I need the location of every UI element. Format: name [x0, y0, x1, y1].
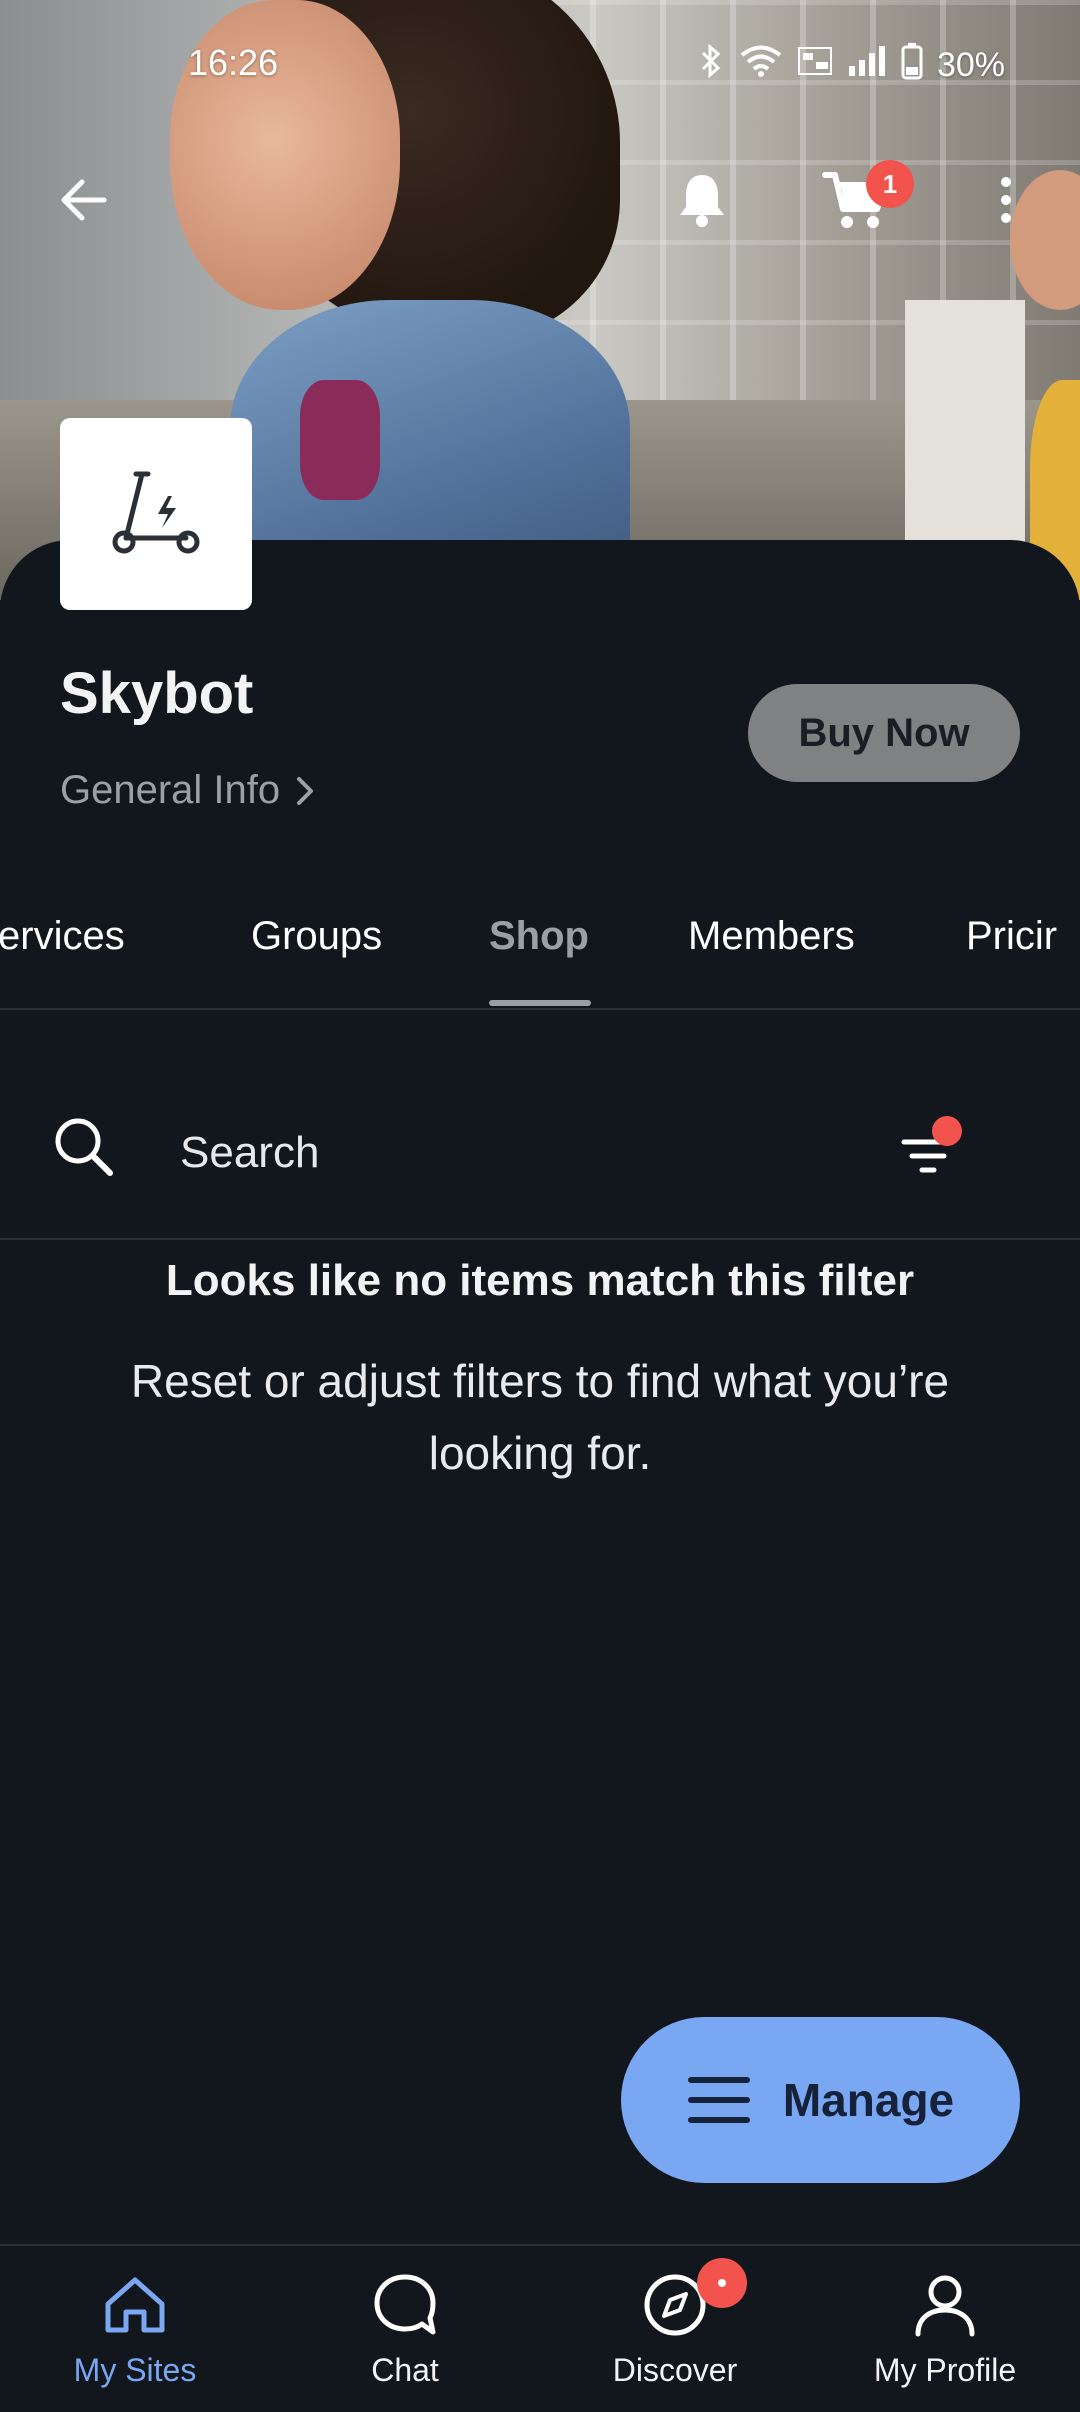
nav-label: Discover [612, 2352, 738, 2388]
volte-icon [797, 44, 833, 87]
nav-label: My Sites [73, 2352, 197, 2388]
empty-state-description: Reset or adjust filters to find what you… [130, 1355, 950, 1479]
empty-state-title: Looks like no items match this filter [165, 1256, 915, 1305]
site-logo [60, 418, 252, 610]
tab-pricing[interactable]: Pricir [966, 914, 1057, 959]
section-tabs: ervices Groups Shop Members Pricir [0, 890, 1080, 1010]
manage-label: Manage [782, 2074, 955, 2126]
wifi-icon [739, 44, 783, 87]
site-title: Skybot [60, 661, 254, 726]
tab-shop[interactable]: Shop [489, 914, 589, 959]
general-info-label: General Info [60, 768, 281, 812]
more-vertical-icon [1001, 177, 1011, 223]
search-bar [0, 1090, 1080, 1240]
nav-label: Chat [371, 2352, 439, 2388]
status-bar: 16:26 30% [0, 0, 1080, 120]
bell-icon [680, 175, 724, 227]
bottom-navigation: My Sites Chat Discover My Profile [0, 2244, 1080, 2412]
search-icon [52, 1115, 116, 1184]
discover-notification-badge [697, 2258, 747, 2308]
nav-my-sites[interactable]: My Sites [0, 2246, 270, 2412]
signal-icon [847, 44, 887, 87]
battery-icon [901, 42, 923, 89]
nav-chat[interactable]: Chat [270, 2246, 540, 2412]
chevron-right-icon [297, 776, 314, 805]
status-time: 16:26 [188, 42, 279, 83]
tab-groups[interactable]: Groups [251, 914, 382, 959]
nav-my-profile[interactable]: My Profile [810, 2246, 1080, 2412]
bluetooth-icon [697, 43, 725, 87]
nav-discover[interactable]: Discover [540, 2246, 810, 2412]
battery-percent: 30% [936, 46, 1005, 84]
search-input[interactable] [180, 1118, 840, 1188]
cart-count-badge: 1 [866, 160, 914, 208]
tab-services[interactable]: ervices [0, 914, 125, 959]
back-arrow-icon [61, 179, 107, 221]
menu-icon [687, 2077, 750, 2123]
back-button[interactable] [44, 160, 124, 240]
chat-icon [370, 2270, 440, 2340]
filter-active-dot [932, 1116, 962, 1146]
nav-label: My Profile [873, 2352, 1017, 2388]
notifications-button[interactable] [662, 160, 742, 240]
general-info-link[interactable]: General Info [60, 768, 314, 813]
active-tab-indicator [489, 1000, 591, 1006]
scooter-icon [112, 471, 200, 554]
buy-now-button[interactable]: Buy Now [748, 684, 1020, 782]
profile-icon [910, 2270, 980, 2340]
status-icons: 30% [697, 42, 1005, 89]
home-icon [100, 2270, 170, 2340]
more-options-button[interactable] [966, 160, 1046, 240]
manage-button[interactable]: Manage [621, 2017, 1020, 2183]
tab-members[interactable]: Members [688, 914, 855, 959]
